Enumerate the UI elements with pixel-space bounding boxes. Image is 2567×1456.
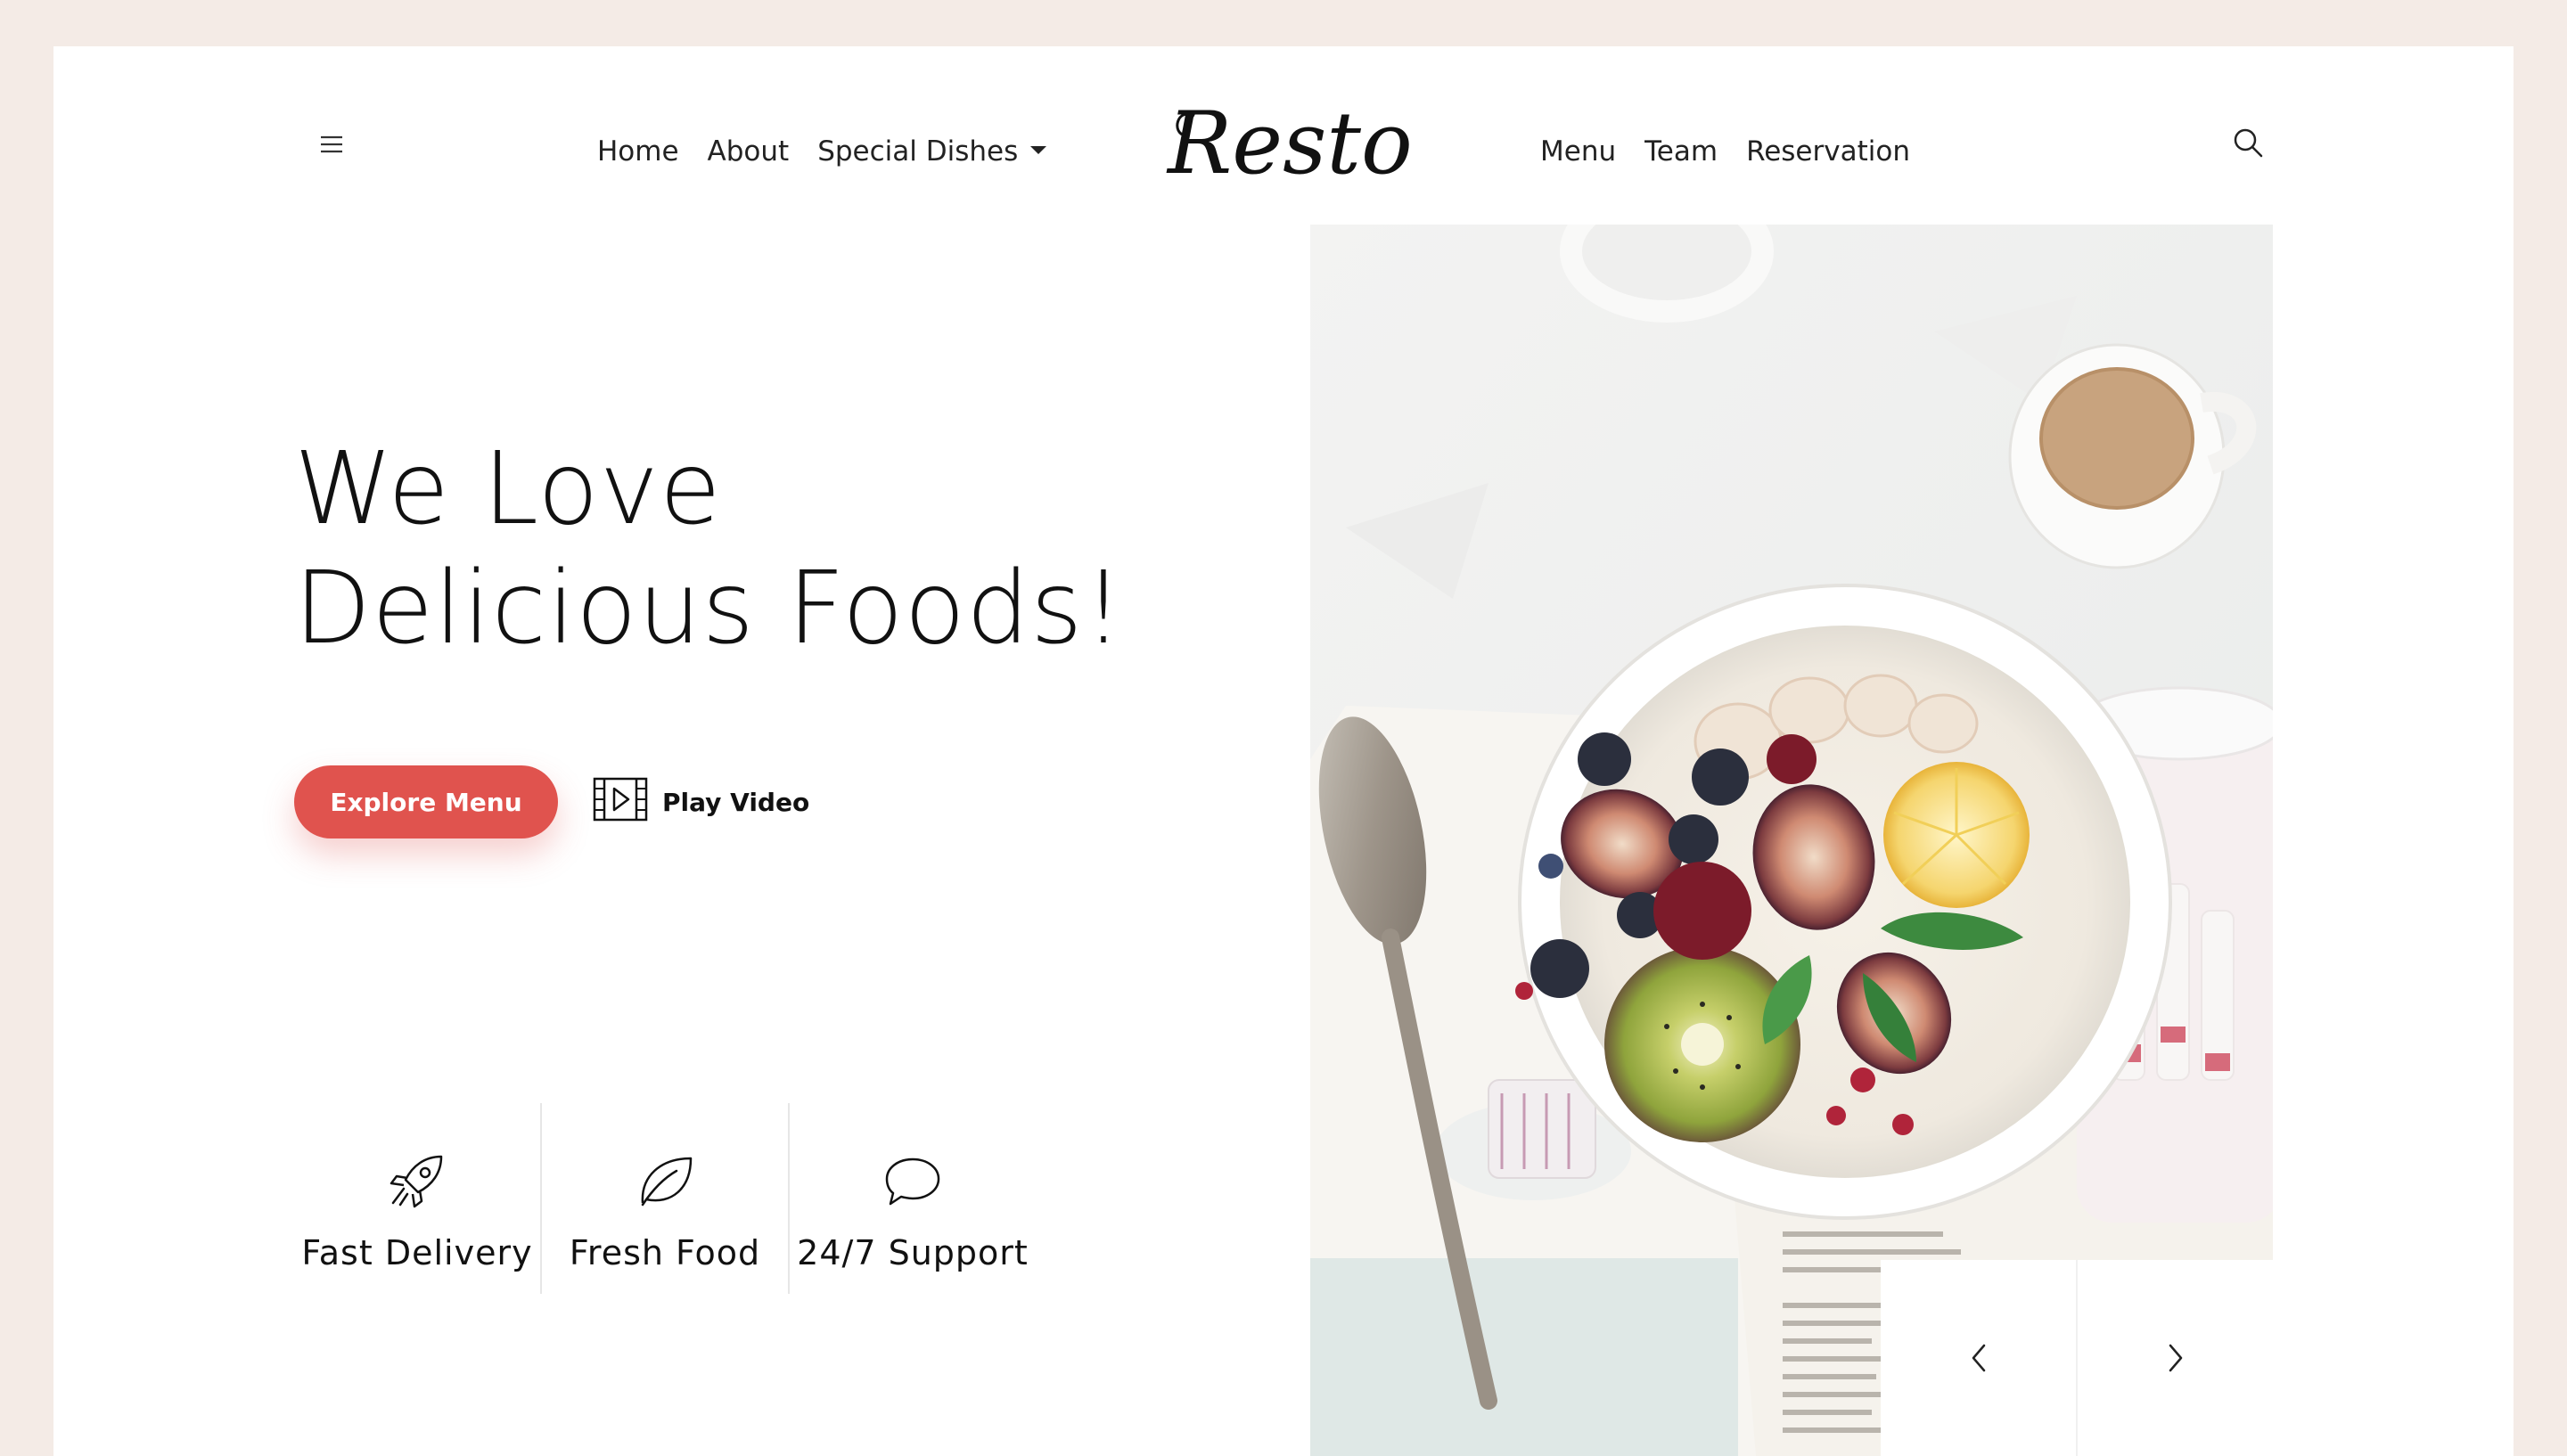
- nav-item-special-dishes-label: Special Dishes: [817, 135, 1019, 168]
- nav-item-home[interactable]: Home: [597, 135, 679, 168]
- hero-title-line-2: Delicious Foods!: [294, 551, 1125, 667]
- search-icon[interactable]: [2221, 116, 2275, 169]
- nav-item-about[interactable]: About: [708, 135, 790, 168]
- slider-controls: [1881, 1260, 2273, 1456]
- nav-item-reservation[interactable]: Reservation: [1746, 135, 1910, 168]
- chevron-left-icon[interactable]: [1881, 1260, 2076, 1456]
- feature-support: 24/7 Support: [788, 1103, 1036, 1294]
- play-video-button[interactable]: Play Video: [593, 775, 809, 829]
- play-video-label: Play Video: [662, 787, 810, 817]
- nav-item-team[interactable]: Team: [1644, 135, 1718, 168]
- caret-down-icon: [1030, 146, 1047, 154]
- leaf-icon: [634, 1148, 696, 1214]
- feature-label: 24/7 Support: [797, 1233, 1029, 1272]
- chat-bubble-icon: [882, 1148, 944, 1214]
- feature-fast-delivery: Fast Delivery: [294, 1103, 540, 1294]
- brand-logo[interactable]: Resto: [1159, 80, 1426, 205]
- film-play-icon: [593, 777, 648, 828]
- rocket-icon: [386, 1148, 448, 1214]
- chevron-right-icon[interactable]: [2076, 1260, 2273, 1456]
- hamburger-icon[interactable]: [312, 125, 351, 164]
- feature-label: Fresh Food: [569, 1233, 761, 1272]
- hero-title: We Love Delicious Foods!: [294, 429, 1124, 668]
- nav-item-special-dishes[interactable]: Special Dishes: [817, 135, 1047, 168]
- explore-menu-button[interactable]: Explore Menu: [294, 765, 558, 838]
- feature-list: Fast Delivery Fresh Food 24/7 Support: [294, 1103, 1036, 1294]
- hero-title-line-1: We Love: [294, 431, 722, 547]
- feature-label: Fast Delivery: [301, 1233, 533, 1272]
- brand-logo-text: Resto: [1166, 94, 1413, 193]
- primary-nav-right: Menu Team Reservation: [1540, 135, 1910, 168]
- primary-nav-left: Home About Special Dishes: [597, 135, 1047, 168]
- page-container: Home About Special Dishes Resto Menu Tea…: [53, 46, 2514, 1456]
- feature-fresh-food: Fresh Food: [540, 1103, 788, 1294]
- nav-item-menu[interactable]: Menu: [1540, 135, 1616, 168]
